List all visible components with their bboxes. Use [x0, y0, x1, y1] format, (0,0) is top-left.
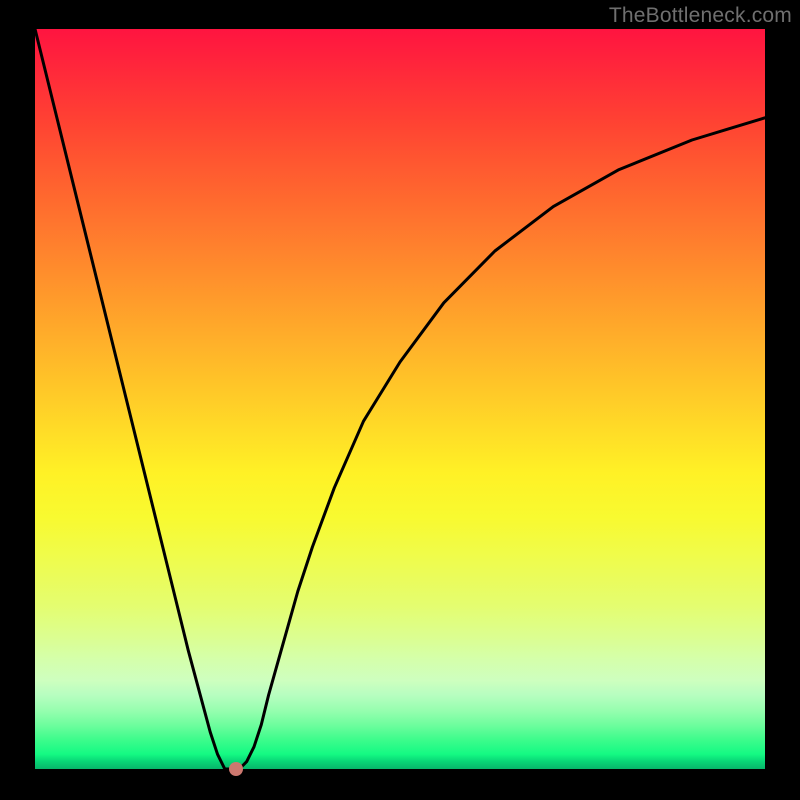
- chart-stage: TheBottleneck.com: [0, 0, 800, 800]
- plot-area: [35, 29, 765, 769]
- curve-svg: [35, 29, 765, 769]
- min-point-marker: [229, 762, 243, 776]
- bottleneck-curve: [35, 29, 765, 769]
- watermark-text: TheBottleneck.com: [609, 4, 792, 28]
